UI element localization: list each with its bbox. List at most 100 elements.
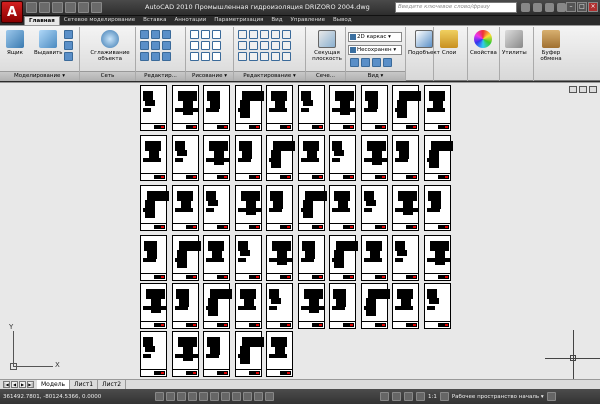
prev-layout-icon[interactable]: ◀	[11, 381, 18, 388]
grid-icon[interactable]	[166, 392, 175, 401]
drawing-sheet[interactable]	[297, 85, 325, 131]
drawing-sheet[interactable]	[266, 235, 293, 281]
clipboard-button[interactable]: Буфер обмена	[536, 30, 566, 62]
ducs-icon[interactable]	[232, 392, 241, 401]
tab-sheet1[interactable]: Лист1	[70, 380, 99, 389]
drawing-sheet[interactable]	[266, 185, 293, 231]
rotate-icon[interactable]	[249, 30, 258, 39]
otrack-icon[interactable]	[221, 392, 230, 401]
drawing-sheet[interactable]	[234, 135, 262, 181]
help-icon[interactable]	[557, 3, 566, 12]
drawing-sheet[interactable]	[360, 185, 388, 231]
panel-title-modeling[interactable]: Моделирование ▾	[0, 71, 79, 81]
dyn-icon[interactable]	[243, 392, 252, 401]
drawing-sheet[interactable]	[297, 283, 325, 329]
navbar-icon[interactable]	[361, 58, 370, 67]
quick-view-layouts-icon[interactable]	[392, 392, 401, 401]
trim-icon[interactable]	[260, 30, 269, 39]
drawing-sheet[interactable]	[234, 235, 262, 281]
tab-parametric[interactable]: Параметризация	[210, 16, 267, 25]
box-button[interactable]: Ящик	[6, 30, 24, 56]
drawing-sheet[interactable]	[392, 135, 419, 181]
tab-home[interactable]: Главная	[24, 16, 60, 25]
tab-annotate[interactable]: Аннотации	[170, 16, 210, 25]
drawing-sheet[interactable]	[392, 185, 419, 231]
spline-icon[interactable]	[190, 52, 199, 61]
drawing-sheet[interactable]	[171, 283, 199, 329]
drawing-sheet[interactable]	[266, 135, 295, 181]
check-icon[interactable]	[162, 52, 171, 61]
mirror-icon[interactable]	[282, 30, 291, 39]
polar-icon[interactable]	[188, 392, 197, 401]
drawing-sheet[interactable]	[360, 235, 388, 281]
copy-icon[interactable]	[271, 30, 280, 39]
drawing-sheet[interactable]	[140, 135, 167, 181]
drawing-sheet[interactable]	[171, 331, 199, 377]
drawing-sheet[interactable]	[392, 235, 419, 281]
shell-icon[interactable]	[140, 52, 149, 61]
tab-sheet2[interactable]: Лист2	[98, 380, 127, 389]
drawing-sheet[interactable]	[234, 185, 262, 231]
intersect-icon[interactable]	[64, 52, 73, 61]
drawing-sheet[interactable]	[392, 283, 419, 329]
panel-title-solid-editing[interactable]: Редактир...	[136, 71, 185, 81]
scale-icon[interactable]	[260, 41, 269, 50]
redo-icon[interactable]	[78, 2, 89, 13]
osnap-icon[interactable]	[199, 392, 208, 401]
lock-icon[interactable]	[546, 392, 556, 401]
communication-center-icon[interactable]	[533, 3, 542, 12]
ortho-icon[interactable]	[177, 392, 186, 401]
snap-icon[interactable]	[155, 392, 164, 401]
coordinate-readout[interactable]: 361492.7801, -80124.5366, 0.0000	[3, 394, 101, 400]
drawing-sheet[interactable]	[360, 135, 388, 181]
arc-icon[interactable]	[190, 41, 199, 50]
panel-title-mesh[interactable]: Сеть	[80, 71, 135, 81]
drawing-sheet[interactable]	[423, 85, 451, 131]
pan-icon[interactable]	[404, 392, 413, 401]
utilities-button[interactable]: Утилиты	[502, 30, 527, 56]
annotation-scale[interactable]: 1:1	[428, 394, 437, 400]
drawing-sheet[interactable]	[140, 283, 167, 329]
drawing-sheet[interactable]	[423, 185, 451, 231]
drawing-sheet[interactable]	[297, 235, 325, 281]
3d-osnap-icon[interactable]	[210, 392, 219, 401]
drawing-sheet[interactable]	[234, 283, 262, 329]
favorites-icon[interactable]	[545, 3, 554, 12]
drawing-area[interactable]: Y X	[0, 82, 600, 380]
drawing-sheet[interactable]	[203, 135, 230, 181]
properties-button[interactable]: Свойства	[470, 30, 497, 56]
drawing-sheet[interactable]	[203, 235, 230, 281]
drawing-sheet[interactable]	[266, 85, 293, 131]
render-icon[interactable]	[383, 58, 392, 67]
drawing-sheet[interactable]	[392, 85, 421, 131]
visual-style-dropdown[interactable]: 2D каркас ▾	[348, 32, 402, 42]
drawing-sheet[interactable]	[329, 135, 356, 181]
new-file-icon[interactable]	[26, 2, 37, 13]
rectangle-icon[interactable]	[201, 41, 210, 50]
tab-manage[interactable]: Управление	[287, 16, 330, 25]
panel-title-view[interactable]: Вид ▾	[346, 71, 405, 81]
viewport-icon[interactable]	[372, 58, 381, 67]
erase-icon[interactable]	[282, 41, 291, 50]
circle-icon[interactable]	[212, 30, 221, 39]
drawing-sheet[interactable]	[140, 185, 169, 231]
panel-title-section[interactable]: Сече...	[306, 71, 345, 81]
drawing-sheet[interactable]	[297, 185, 327, 231]
drawing-sheet[interactable]	[297, 135, 325, 181]
undo-icon[interactable]	[65, 2, 76, 13]
drawing-sheet[interactable]	[203, 85, 230, 131]
drawing-sheet[interactable]	[329, 185, 356, 231]
subtract-icon[interactable]	[64, 41, 73, 50]
join-icon[interactable]	[271, 52, 280, 61]
application-menu-button[interactable]: A	[1, 1, 23, 23]
solid-edit-icon[interactable]	[140, 30, 149, 39]
drawing-sheet[interactable]	[266, 283, 293, 329]
drawing-sheet[interactable]	[360, 85, 388, 131]
quick-properties-icon[interactable]	[265, 392, 274, 401]
tab-insert[interactable]: Вставка	[139, 16, 170, 25]
search-icon[interactable]	[521, 3, 530, 12]
drawing-sheet[interactable]	[360, 283, 390, 329]
slice-icon[interactable]	[151, 30, 160, 39]
annotation-visibility-icon[interactable]	[439, 392, 449, 401]
polyline-icon[interactable]	[201, 30, 210, 39]
